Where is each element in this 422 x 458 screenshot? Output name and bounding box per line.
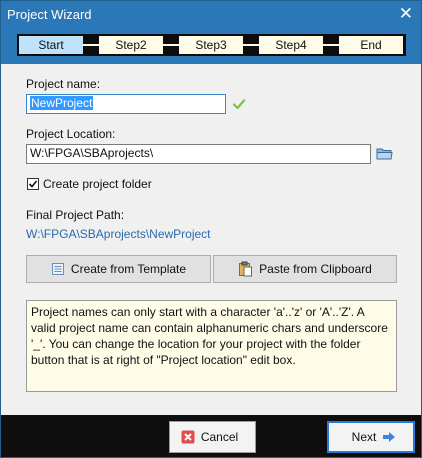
project-name-field[interactable]: NewProject bbox=[26, 94, 226, 114]
create-from-template-label: Create from Template bbox=[70, 262, 187, 276]
project-location-value: W:\FPGA\SBAprojects\ bbox=[30, 146, 154, 160]
step-2: Step2 bbox=[99, 36, 163, 54]
check-icon bbox=[28, 180, 38, 188]
step-connector bbox=[323, 44, 339, 46]
template-icon bbox=[51, 263, 64, 275]
final-path-label: Final Project Path: bbox=[26, 208, 125, 222]
info-box: Project names can only start with a char… bbox=[26, 300, 397, 392]
create-from-template-button[interactable]: Create from Template bbox=[26, 255, 211, 283]
step-3: Step3 bbox=[179, 36, 243, 54]
step-connector bbox=[243, 44, 259, 46]
folder-icon[interactable] bbox=[376, 146, 393, 161]
paste-from-clipboard-label: Paste from Clipboard bbox=[259, 262, 372, 276]
next-label: Next bbox=[351, 430, 377, 444]
info-text: Project names can only start with a char… bbox=[31, 305, 388, 367]
checkmark-icon bbox=[232, 99, 246, 110]
wizard-content: Project name: NewProject Project Locatio… bbox=[1, 64, 421, 415]
arrow-right-icon bbox=[383, 432, 396, 442]
step-track: Start Step2 Step3 Step4 End bbox=[17, 34, 406, 56]
project-wizard-window: Project Wizard ✕ Start Step2 Step3 Step4… bbox=[0, 0, 422, 458]
title-bar: Project Wizard ✕ bbox=[1, 1, 421, 28]
cancel-button[interactable]: Cancel bbox=[169, 421, 256, 453]
create-folder-checkbox[interactable] bbox=[27, 178, 39, 190]
final-path-value: W:\FPGA\SBAprojects\NewProject bbox=[26, 227, 211, 241]
cancel-label: Cancel bbox=[200, 430, 239, 444]
step-4: Step4 bbox=[259, 36, 323, 54]
paste-from-clipboard-button[interactable]: Paste from Clipboard bbox=[213, 255, 397, 283]
window-title: Project Wizard bbox=[7, 7, 92, 22]
cancel-icon bbox=[181, 430, 195, 444]
step-end: End bbox=[339, 36, 403, 54]
step-connector bbox=[83, 44, 99, 46]
step-connector bbox=[163, 44, 179, 46]
project-location-field[interactable]: W:\FPGA\SBAprojects\ bbox=[26, 144, 371, 164]
wizard-footer: Cancel Next bbox=[1, 415, 421, 457]
project-name-label: Project name: bbox=[26, 77, 101, 91]
clipboard-icon bbox=[239, 261, 253, 277]
close-icon[interactable]: ✕ bbox=[399, 5, 413, 22]
step-start: Start bbox=[19, 36, 83, 54]
project-location-label: Project Location: bbox=[26, 127, 116, 141]
project-name-value: NewProject bbox=[30, 96, 94, 110]
next-button[interactable]: Next bbox=[327, 421, 415, 453]
create-folder-label[interactable]: Create project folder bbox=[43, 177, 152, 191]
step-indicator: Start Step2 Step3 Step4 End bbox=[1, 28, 421, 64]
